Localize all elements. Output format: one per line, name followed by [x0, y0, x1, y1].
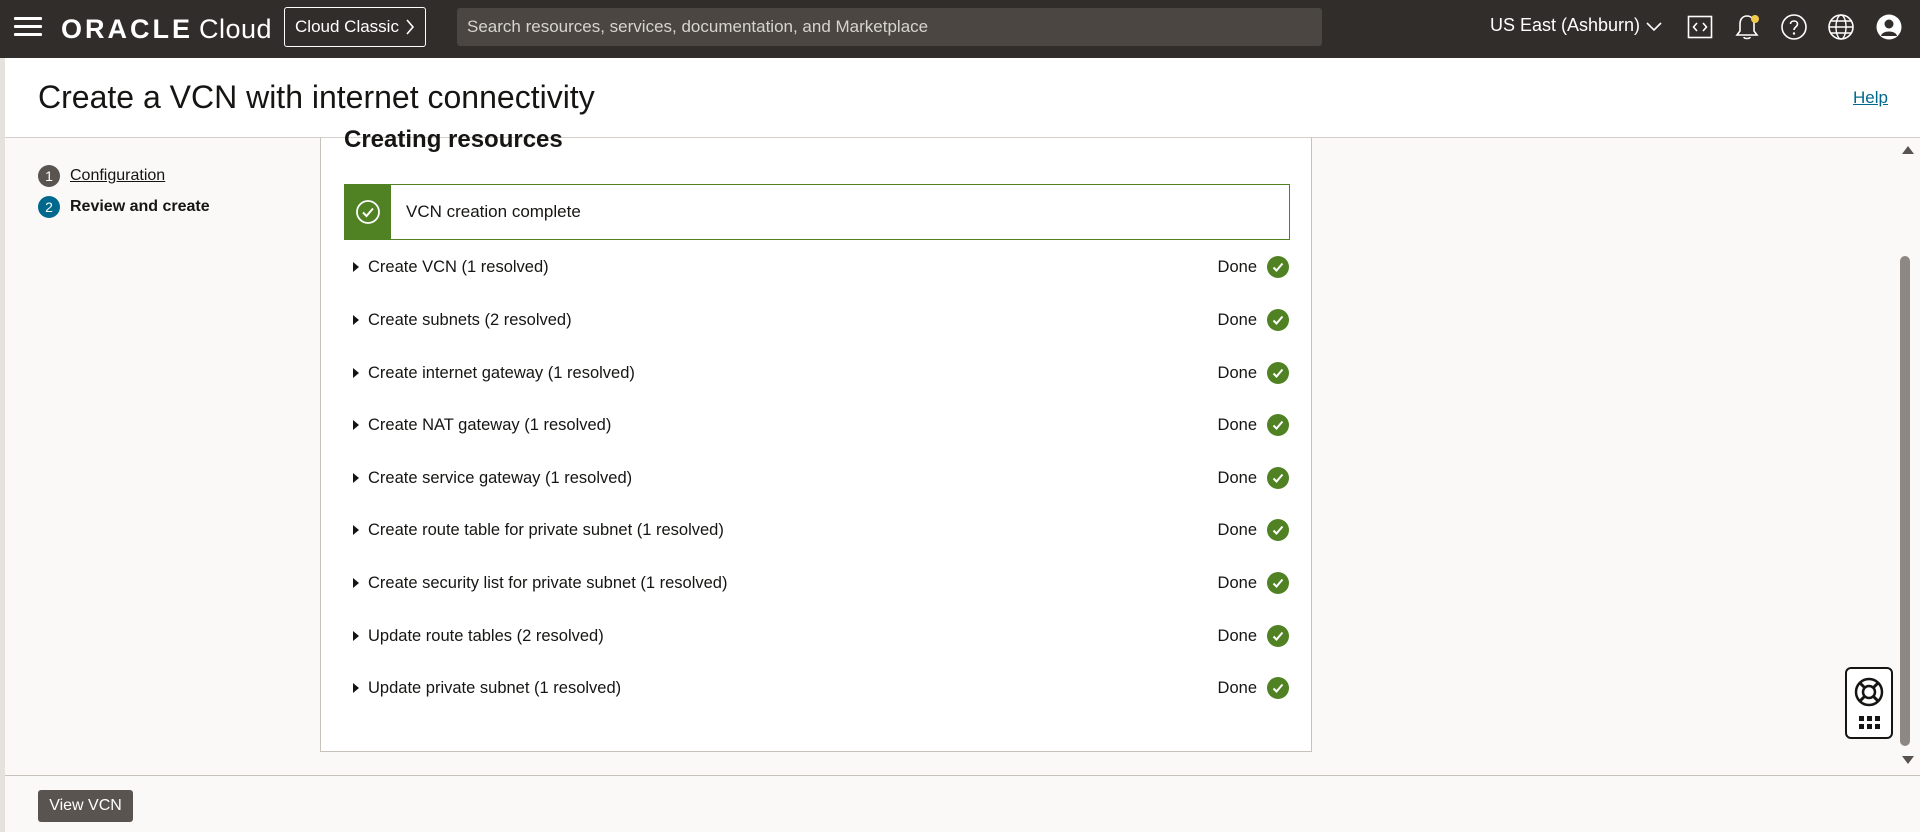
caret-right-icon: [353, 262, 359, 272]
success-banner: VCN creation complete: [344, 184, 1290, 240]
scroll-down-arrow-icon[interactable]: [1902, 756, 1914, 764]
task-label: Create service gateway (1 resolved): [368, 468, 633, 487]
checkmark-icon: [1267, 414, 1289, 436]
task-row[interactable]: Create service gateway (1 resolved) Done: [349, 463, 1289, 493]
task-row[interactable]: Create route table for private subnet (1…: [349, 515, 1289, 545]
chevron-down-icon: [1646, 21, 1662, 31]
scroll-thumb[interactable]: [1900, 256, 1910, 746]
checkmark-icon: [1267, 256, 1289, 278]
caret-right-icon: [353, 683, 359, 693]
chevron-right-icon: [406, 19, 415, 35]
caret-right-icon: [353, 315, 359, 325]
globe-icon[interactable]: [1826, 12, 1856, 42]
footer-bar: View VCN: [5, 775, 1920, 832]
task-status: Done: [1217, 415, 1257, 434]
caret-right-icon: [353, 368, 359, 378]
search-box[interactable]: [457, 8, 1322, 46]
task-row[interactable]: Create VCN (1 resolved) Done: [349, 252, 1289, 282]
step-label[interactable]: Configuration: [70, 167, 165, 185]
task-status: Done: [1217, 678, 1257, 697]
step-number: 2: [38, 195, 60, 218]
task-row[interactable]: Create subnets (2 resolved) Done: [349, 305, 1289, 335]
task-status: Done: [1217, 520, 1257, 539]
checkmark-icon: [1267, 519, 1289, 541]
logo-brand: ORACLE: [61, 14, 193, 44]
checkmark-icon: [1267, 467, 1289, 489]
checkmark-icon: [1267, 625, 1289, 647]
caret-right-icon: [353, 420, 359, 430]
step-label: Review and create: [70, 197, 210, 215]
checkmark-icon: [1267, 362, 1289, 384]
region-label: US East (Ashburn): [1490, 15, 1641, 35]
lifebuoy-icon: [1854, 678, 1884, 707]
help-widget-button[interactable]: [1845, 667, 1893, 739]
step-configuration[interactable]: 1 Configuration: [38, 160, 210, 191]
checkmark-icon: [1267, 309, 1289, 331]
task-label: Create subnets (2 resolved): [368, 310, 572, 329]
checkmark-icon: [1267, 677, 1289, 699]
task-status: Done: [1217, 626, 1257, 645]
caret-right-icon: [353, 473, 359, 483]
help-icon[interactable]: [1779, 12, 1809, 42]
task-status: Done: [1217, 363, 1257, 382]
bell-icon[interactable]: [1732, 12, 1762, 42]
oracle-cloud-logo[interactable]: ORACLE Cloud: [61, 14, 272, 45]
checkmark-icon: [1267, 572, 1289, 594]
page-header: Create a VCN with internet connectivity …: [5, 58, 1920, 138]
task-label: Create route table for private subnet (1…: [368, 520, 724, 539]
task-status: Done: [1217, 468, 1257, 487]
grid-icon: [1858, 715, 1880, 729]
caret-right-icon: [353, 525, 359, 535]
task-label: Update route tables (2 resolved): [368, 626, 604, 645]
cloud-classic-button[interactable]: Cloud Classic: [284, 7, 426, 47]
task-label: Create security list for private subnet …: [368, 573, 728, 592]
task-label: Create VCN (1 resolved): [368, 257, 549, 276]
task-label: Create internet gateway (1 resolved): [368, 363, 635, 382]
user-icon[interactable]: [1874, 12, 1904, 42]
caret-right-icon: [353, 631, 359, 641]
task-row[interactable]: Update private subnet (1 resolved) Done: [349, 673, 1289, 703]
banner-message: VCN creation complete: [406, 202, 581, 221]
checkmark-circle-icon: [356, 200, 380, 224]
creating-resources-panel: Creating resources VCN creation complete…: [320, 126, 1312, 752]
code-editor-icon[interactable]: [1685, 12, 1715, 42]
wizard-steps: 1 Configuration 2 Review and create: [38, 160, 210, 222]
task-label: Create NAT gateway (1 resolved): [368, 415, 612, 434]
menu-icon[interactable]: [14, 17, 42, 39]
task-row[interactable]: Create security list for private subnet …: [349, 568, 1289, 598]
help-link[interactable]: Help: [1853, 88, 1888, 108]
task-status: Done: [1217, 310, 1257, 329]
task-row[interactable]: Update route tables (2 resolved) Done: [349, 621, 1289, 651]
task-label: Update private subnet (1 resolved): [368, 678, 622, 697]
step-number: 1: [38, 164, 60, 187]
task-row[interactable]: Create NAT gateway (1 resolved) Done: [349, 410, 1289, 440]
success-bar: [345, 185, 391, 239]
caret-right-icon: [353, 578, 359, 588]
search-input[interactable]: [467, 17, 1322, 37]
task-status: Done: [1217, 257, 1257, 276]
step-review-and-create: 2 Review and create: [38, 191, 210, 222]
left-edge: [0, 58, 5, 832]
top-nav-bar: ORACLECloud Cloud Classic US East (Ashbu…: [0, 0, 1920, 58]
vertical-scrollbar[interactable]: [1896, 138, 1920, 773]
task-status: Done: [1217, 573, 1257, 592]
page-title: Create a VCN with internet connectivity: [38, 79, 595, 115]
region-selector[interactable]: US East (Ashburn): [1490, 15, 1662, 36]
task-row[interactable]: Create internet gateway (1 resolved) Don…: [349, 358, 1289, 388]
scroll-up-arrow-icon[interactable]: [1902, 146, 1914, 154]
view-vcn-button[interactable]: View VCN: [38, 790, 133, 822]
panel-title: Creating resources: [344, 126, 563, 153]
cloud-classic-label: Cloud Classic: [295, 17, 399, 36]
logo-product: Cloud: [199, 14, 273, 44]
